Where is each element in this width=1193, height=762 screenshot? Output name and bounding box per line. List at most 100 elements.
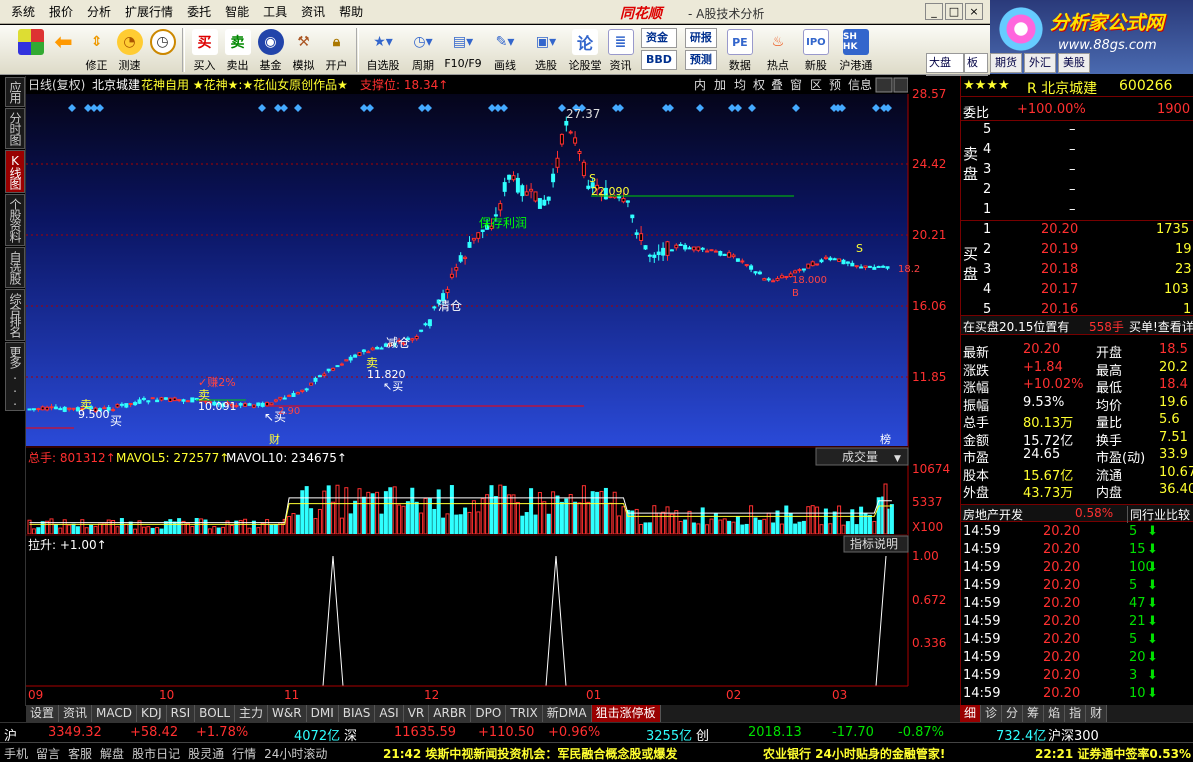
fund-button[interactable]: ◉ 基金 (254, 25, 287, 75)
tab-boll[interactable]: BOLL (195, 705, 236, 722)
sell-button[interactable]: 卖卖出 (221, 25, 254, 75)
hk-connect-button[interactable]: SH HK 沪港通 (835, 25, 877, 75)
f10-button[interactable]: ▤▾ F10/F9 (442, 25, 484, 75)
diary-link[interactable]: 股市日记 (132, 745, 180, 762)
menu-tools[interactable]: 工具 (256, 0, 294, 24)
menu-ext-quote[interactable]: 扩展行情 (118, 0, 180, 24)
tab-kdj[interactable]: KDJ (137, 705, 167, 722)
tab-dpo[interactable]: DPO (471, 705, 507, 722)
tab-split[interactable]: 分 (1002, 705, 1024, 722)
fund-flow-box[interactable]: 资金 (641, 28, 677, 48)
period-button[interactable]: ◷▾ 周期 (404, 25, 442, 75)
btn-chuang[interactable]: 窗 (790, 78, 802, 92)
btn-die[interactable]: 叠 (771, 78, 783, 92)
news-item-2[interactable]: 农业银行 24小时贴身的金融管家! (763, 745, 945, 762)
sector-name[interactable]: 房地产开发 (963, 506, 1023, 523)
news-item-1[interactable]: 21:42 埃斯中视新闻投资机会：军民融合概念股或爆发 (383, 745, 698, 762)
tab-asi[interactable]: ASI (375, 705, 404, 722)
pin-icon[interactable] (875, 77, 893, 93)
tab-kline[interactable]: K线图 (5, 150, 25, 193)
tab-vr[interactable]: VR (403, 705, 430, 722)
buy-button[interactable]: 买买入 (188, 25, 221, 75)
tab-detail[interactable]: 细 (960, 705, 982, 722)
chart-area[interactable]: 日线(复权) 北京城建 花神自用 ★花神★:★花仙女原创作品★ 支撑位: 18.… (26, 76, 960, 706)
tab-index[interactable]: 指 (1065, 705, 1087, 722)
service-link[interactable]: 客服 (68, 745, 92, 762)
message-link[interactable]: 留言 (36, 745, 60, 762)
guling-link[interactable]: 股灵通 (188, 745, 224, 762)
menu-help[interactable]: 帮助 (332, 0, 370, 24)
ipo-button[interactable]: IPO 新股 (797, 25, 835, 75)
tab-bias[interactable]: BIAS (338, 705, 376, 722)
btn-qu[interactable]: 区 (810, 78, 822, 92)
tab-settings[interactable]: 设置 (26, 705, 60, 722)
stock-pick-button[interactable]: ▣▾ 选股 (526, 25, 566, 75)
clock-button[interactable]: ◷ (146, 25, 179, 75)
forum-button[interactable]: 论论股堂 (566, 25, 604, 75)
fix-button[interactable]: ⇕ 修正 (80, 25, 113, 75)
bbd-box[interactable]: BBD (641, 50, 677, 70)
speed-test-button[interactable]: ◔ 测速 (113, 25, 146, 75)
news-button[interactable]: ≣ 资讯 (604, 25, 637, 75)
btn-jia[interactable]: 加 (714, 78, 726, 92)
tab-ranking[interactable]: 综合排名 (5, 289, 25, 341)
btn-info[interactable]: 信息 (848, 77, 872, 92)
chart-menu-icon[interactable] (893, 77, 909, 93)
tab-apps[interactable]: 应用 (5, 77, 25, 107)
close-icon[interactable]: × (965, 3, 983, 20)
market-select[interactable]: 大盘 (926, 53, 964, 73)
rolling-link[interactable]: 24小时滚动 (264, 745, 327, 762)
tab-macd[interactable]: MACD (92, 705, 138, 722)
tab-rsi[interactable]: RSI (166, 705, 196, 722)
tab-news[interactable]: 资讯 (59, 705, 93, 722)
sector-select[interactable]: 板 (964, 53, 988, 73)
tab-diagnose[interactable]: 诊 (981, 705, 1003, 722)
market-link[interactable]: 行情 (232, 745, 256, 762)
draw-line-button[interactable]: ✎▾ 画线 (484, 25, 526, 75)
tab-main-force[interactable]: 主力 (235, 705, 269, 722)
menu-info[interactable]: 资讯 (294, 0, 332, 24)
tab-dmi[interactable]: DMI (306, 705, 339, 722)
tab-timeshare[interactable]: 分时图 (5, 108, 25, 149)
tab-more[interactable]: 更多... (5, 342, 25, 411)
tab-wr[interactable]: W&R (268, 705, 307, 722)
simulate-button[interactable]: ⚒ 模拟 (287, 25, 320, 75)
menu-trade[interactable]: 委托 (180, 0, 218, 24)
data-button[interactable]: PE 数据 (721, 25, 759, 75)
analysis-link[interactable]: 解盘 (100, 745, 124, 762)
tab-arbr[interactable]: ARBR (429, 705, 472, 722)
tab-new-dma[interactable]: 新DMA (542, 705, 592, 722)
back-button[interactable]: ⬅ (47, 25, 80, 75)
menu-quote[interactable]: 报价 (42, 0, 80, 24)
hot-button[interactable]: ♨ 热点 (759, 25, 797, 75)
menu-system[interactable]: 系统 (4, 0, 42, 24)
research-box[interactable]: 研报 (684, 28, 717, 48)
open-account-button[interactable]: 🔒︎ 开户 (320, 25, 353, 75)
menu-smart[interactable]: 智能 (218, 0, 256, 24)
tab-flame[interactable]: 焰 (1044, 705, 1066, 722)
btn-jun[interactable]: 均 (734, 78, 746, 92)
btn-nei[interactable]: 内 (694, 78, 706, 92)
forex-tab[interactable]: 外汇 (1024, 53, 1056, 73)
forecast-box[interactable]: 预测 (684, 50, 717, 70)
btn-quan[interactable]: 权 (753, 78, 765, 92)
volume-bar (476, 511, 481, 535)
maximize-icon[interactable]: □ (945, 3, 963, 20)
tab-limit-up-sniper[interactable]: 狙击涨停板 (591, 705, 661, 722)
menu-analysis[interactable]: 分析 (80, 0, 118, 24)
minimize-icon[interactable]: _ (925, 3, 943, 20)
futures-tab[interactable]: 期货 (990, 53, 1022, 73)
tab-chips[interactable]: 筹 (1023, 705, 1045, 722)
grid-button[interactable] (14, 25, 47, 75)
peer-compare-button[interactable]: 同行业比较 (1127, 506, 1190, 523)
tab-stock-profile[interactable]: 个股资料 (5, 194, 25, 246)
tab-watchlist[interactable]: 自选股 (5, 247, 25, 288)
btn-yu[interactable]: 预 (829, 78, 841, 92)
tab-finance[interactable]: 财 (1086, 705, 1108, 722)
us-stock-tab[interactable]: 美股 (1058, 53, 1090, 73)
watchlist-button[interactable]: ★▾ 自选股 (362, 25, 404, 75)
tab-trix[interactable]: TRIX (506, 705, 543, 722)
news-item-3[interactable]: 22:21 证券通中签率0.53% (1035, 745, 1193, 762)
big-order-notice[interactable]: 在买盘20.15位置有 558手 买单!查看详 (961, 315, 1193, 335)
mobile-link[interactable]: 手机 (4, 745, 28, 762)
